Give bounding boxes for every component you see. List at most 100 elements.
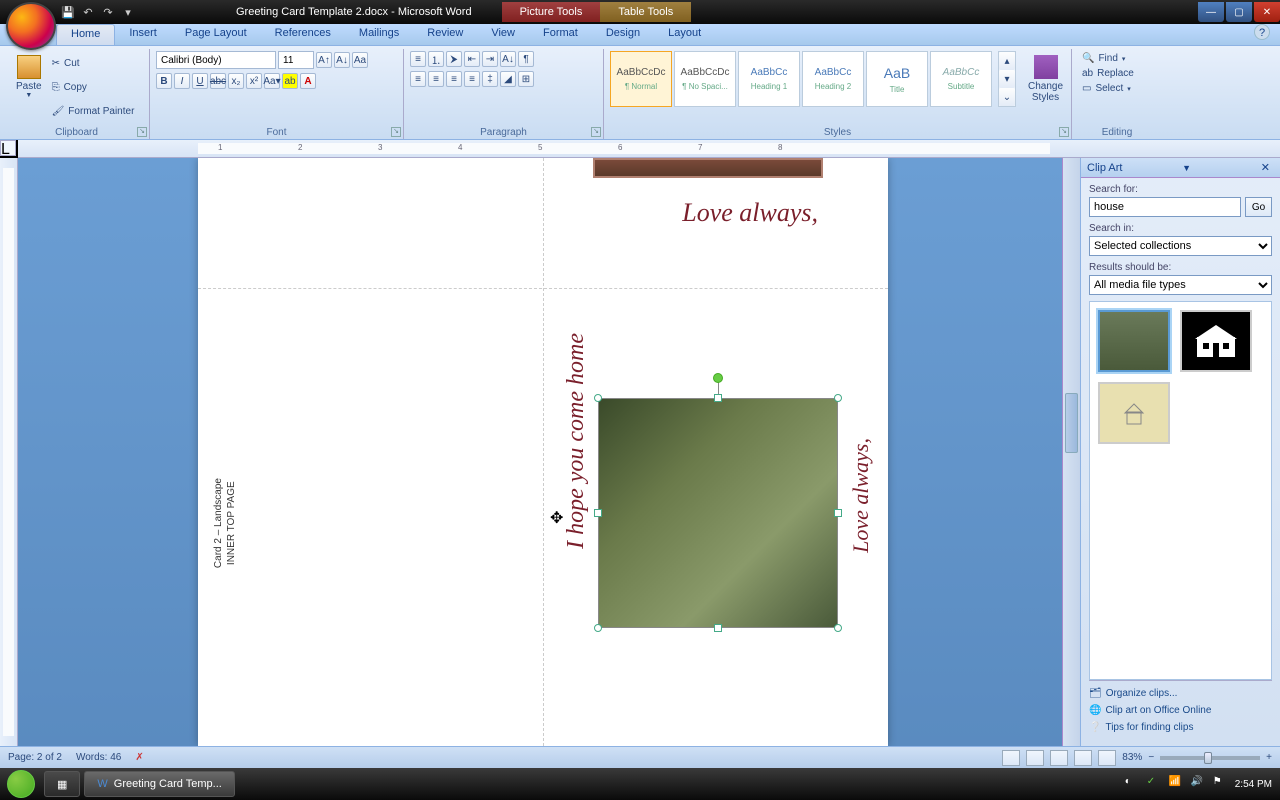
love-always-text-2[interactable]: Love always, xyxy=(848,438,874,553)
help-icon[interactable]: ? xyxy=(1254,24,1270,40)
resize-handle-br[interactable] xyxy=(834,624,842,632)
resize-handle-tl[interactable] xyxy=(594,394,602,402)
highlight-button[interactable]: ab xyxy=(282,73,298,89)
pane-close-button[interactable]: ✕ xyxy=(1257,161,1274,174)
decrease-indent-button[interactable]: ⇤ xyxy=(464,51,480,67)
increase-indent-button[interactable]: ⇥ xyxy=(482,51,498,67)
styles-dialog-launcher[interactable]: ↘ xyxy=(1059,127,1069,137)
hope-text[interactable]: I hope you come home xyxy=(563,333,590,549)
cut-button[interactable]: ✂Cut xyxy=(48,56,139,71)
zoom-in-button[interactable]: + xyxy=(1266,752,1272,763)
office-online-link[interactable]: 🌐Clip art on Office Online xyxy=(1089,702,1272,719)
go-button[interactable]: Go xyxy=(1245,197,1272,217)
styles-row-up-button[interactable]: ▴ xyxy=(999,52,1015,70)
minimize-button[interactable]: — xyxy=(1198,2,1224,22)
organize-clips-link[interactable]: 🗂Organize clips... xyxy=(1089,685,1272,702)
document-page[interactable]: Love always, Card 2 – Landscape INNER TO… xyxy=(198,158,888,746)
redo-icon[interactable]: ↷ xyxy=(100,4,116,20)
tab-view[interactable]: View xyxy=(477,24,529,45)
bold-button[interactable]: B xyxy=(156,73,172,89)
tab-references[interactable]: References xyxy=(261,24,345,45)
paragraph-dialog-launcher[interactable]: ↘ xyxy=(591,127,601,137)
tab-review[interactable]: Review xyxy=(413,24,477,45)
italic-button[interactable]: I xyxy=(174,73,190,89)
clear-formatting-button[interactable]: Aa xyxy=(352,52,368,68)
change-styles-button[interactable]: Change Styles xyxy=(1022,51,1069,107)
horizontal-ruler[interactable]: 1 2 3 4 5 6 7 8 xyxy=(18,140,1280,158)
word-count[interactable]: Words: 46 xyxy=(76,752,121,763)
tab-insert[interactable]: Insert xyxy=(115,24,171,45)
media-types-select[interactable]: All media file types xyxy=(1089,275,1272,295)
underline-button[interactable]: U xyxy=(192,73,208,89)
justify-button[interactable]: ≡ xyxy=(464,71,480,87)
clipart-result-3[interactable] xyxy=(1098,382,1170,444)
tips-link[interactable]: ❔Tips for finding clips xyxy=(1089,719,1272,736)
zoom-out-button[interactable]: − xyxy=(1148,752,1154,763)
vertical-ruler[interactable] xyxy=(0,158,18,746)
resize-handle-r[interactable] xyxy=(834,509,842,517)
vertical-scrollbar[interactable] xyxy=(1062,158,1080,746)
qat-more-icon[interactable]: ▾ xyxy=(120,4,136,20)
sort-button[interactable]: A↓ xyxy=(500,51,516,67)
replace-button[interactable]: abReplace xyxy=(1078,66,1156,81)
tab-mailings[interactable]: Mailings xyxy=(345,24,413,45)
multilevel-list-button[interactable]: ⮞ xyxy=(446,51,462,67)
close-button[interactable]: ✕ xyxy=(1254,2,1280,22)
format-painter-button[interactable]: 🖌Format Painter xyxy=(48,104,139,119)
web-layout-view-button[interactable] xyxy=(1050,750,1068,766)
resize-handle-tr[interactable] xyxy=(834,394,842,402)
align-right-button[interactable]: ≡ xyxy=(446,71,462,87)
rotation-handle[interactable] xyxy=(713,373,723,383)
tab-design[interactable]: Design xyxy=(592,24,654,45)
align-left-button[interactable]: ≡ xyxy=(410,71,426,87)
save-icon[interactable]: 💾 xyxy=(60,4,76,20)
search-input[interactable] xyxy=(1089,197,1241,217)
font-dialog-launcher[interactable]: ↘ xyxy=(391,127,401,137)
scrollbar-thumb[interactable] xyxy=(1065,393,1078,453)
superscript-button[interactable]: x² xyxy=(246,73,262,89)
font-name-combo[interactable] xyxy=(156,51,276,69)
styles-row-down-button[interactable]: ▾ xyxy=(999,70,1015,88)
undo-icon[interactable]: ↶ xyxy=(80,4,96,20)
love-always-text[interactable]: Love always, xyxy=(682,198,818,228)
maximize-button[interactable]: ▢ xyxy=(1226,2,1252,22)
paste-button[interactable]: Paste ▼ xyxy=(10,51,48,123)
zoom-slider[interactable] xyxy=(1160,756,1260,760)
clipart-result-2[interactable] xyxy=(1180,310,1252,372)
grow-font-button[interactable]: A↑ xyxy=(316,52,332,68)
search-in-select[interactable]: Selected collections xyxy=(1089,236,1272,256)
print-layout-view-button[interactable] xyxy=(1002,750,1020,766)
show-hide-button[interactable]: ¶ xyxy=(518,51,534,67)
styles-gallery[interactable]: AaBbCcDc¶ Normal AaBbCcDc¶ No Spaci... A… xyxy=(610,51,992,107)
zoom-level[interactable]: 83% xyxy=(1122,752,1142,763)
numbering-button[interactable]: ⒈ xyxy=(428,51,444,67)
style-heading2[interactable]: AaBbCcHeading 2 xyxy=(802,51,864,107)
tab-format[interactable]: Format xyxy=(529,24,592,45)
font-size-combo[interactable] xyxy=(278,51,314,69)
tab-layout[interactable]: Layout xyxy=(654,24,715,45)
clipboard-dialog-launcher[interactable]: ↘ xyxy=(137,127,147,137)
subscript-button[interactable]: x₂ xyxy=(228,73,244,89)
select-button[interactable]: ▭Select▾ xyxy=(1078,81,1156,96)
bullets-button[interactable]: ≡ xyxy=(410,51,426,67)
tray-icon-4[interactable]: 🔊 xyxy=(1191,776,1207,792)
clipart-result-1[interactable] xyxy=(1098,310,1170,372)
copy-button[interactable]: ⎘Copy xyxy=(48,80,139,95)
line-spacing-button[interactable]: ‡ xyxy=(482,71,498,87)
outline-view-button[interactable] xyxy=(1074,750,1092,766)
document-scroll[interactable]: Love always, Card 2 – Landscape INNER TO… xyxy=(18,158,1080,746)
card-label[interactable]: Card 2 – Landscape INNER TOP PAGE xyxy=(212,478,238,568)
draft-view-button[interactable] xyxy=(1098,750,1116,766)
tray-icon-3[interactable]: 📶 xyxy=(1169,776,1185,792)
full-screen-view-button[interactable] xyxy=(1026,750,1044,766)
clock[interactable]: 2:54 PM xyxy=(1235,779,1272,790)
start-button[interactable] xyxy=(0,768,42,800)
resize-handle-l[interactable] xyxy=(594,509,602,517)
resize-handle-bl[interactable] xyxy=(594,624,602,632)
pane-menu-icon[interactable]: ▼ xyxy=(1182,163,1191,173)
top-image[interactable] xyxy=(593,158,823,178)
style-subtitle[interactable]: AaBbCcSubtitle xyxy=(930,51,992,107)
tray-icon-1[interactable]: ◐ xyxy=(1125,776,1141,792)
font-color-button[interactable]: A xyxy=(300,73,316,89)
tray-icon-2[interactable]: ✓ xyxy=(1147,776,1163,792)
